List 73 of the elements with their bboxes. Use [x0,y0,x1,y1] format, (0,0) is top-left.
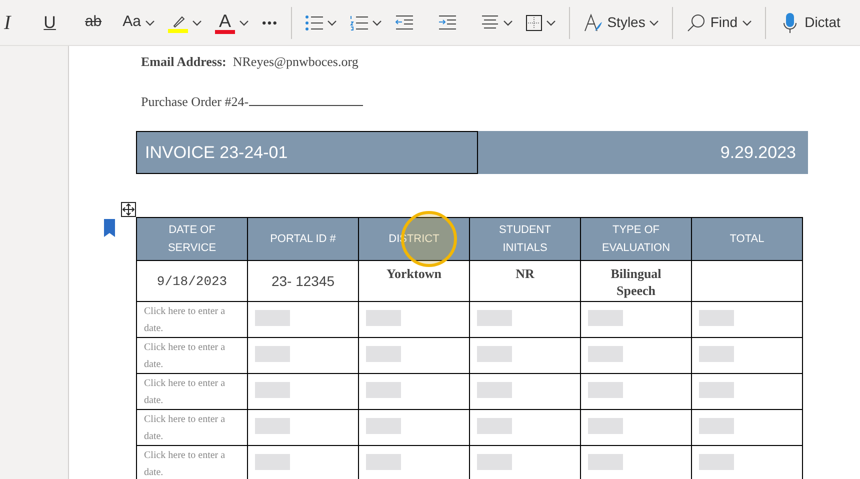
chevron-icon [742,20,752,26]
column-header: TYPE OF EVALUATION [580,218,692,260]
date-placeholder[interactable]: Click here to enter a date. [136,446,248,479]
more-button[interactable]: ••• [258,6,282,38]
content-control[interactable] [477,382,512,398]
table-cell: Yorktown [358,260,470,302]
table-cell: 23- 12345 [248,260,358,302]
column-header: TOTAL [692,218,802,260]
chevron-icon [239,20,249,26]
table-borders-icon [526,14,542,30]
chevron-icon [192,20,202,26]
content-control[interactable] [477,310,512,326]
styles-button[interactable]: Styles [579,6,664,38]
date-placeholder[interactable]: Click here to enter a date. [136,374,248,410]
content-control[interactable] [477,346,512,362]
italic-button[interactable]: I [0,6,15,38]
invoice-title: INVOICE 23-24-01 [145,142,288,164]
chevron-icon [327,20,338,26]
content-control[interactable] [699,346,734,362]
date-placeholder[interactable]: Click here to enter a date. [136,338,248,374]
dictate-button[interactable]: Dictat [778,6,844,38]
styles-icon [583,12,604,32]
microphone-icon [782,12,797,34]
content-control[interactable] [588,310,623,326]
bookmark-icon [104,219,115,237]
date-placeholder[interactable]: Click here to enter a date. [136,410,248,446]
content-control[interactable] [699,454,734,470]
table-cell: 9/18/2023 [136,260,248,302]
numbered-list-icon [350,14,368,30]
content-control[interactable] [588,454,623,470]
content-control[interactable] [255,454,290,470]
date-placeholder[interactable]: Click here to enter a date. [136,302,248,338]
move-handle-icon[interactable] [121,202,136,217]
chevron-icon [145,20,155,26]
font-color-button[interactable]: A [211,6,253,38]
content-control[interactable] [255,382,290,398]
invoice-date: 9.29.2023 [720,142,796,164]
strikethrough-button[interactable]: ab [80,6,106,38]
chevron-icon [546,20,556,26]
chevron-icon [503,20,514,26]
find-button[interactable]: Find [682,6,756,38]
content-control[interactable] [699,310,734,326]
underline-button[interactable]: U [40,6,60,38]
chevron-icon [372,20,382,26]
content-control[interactable] [366,346,401,362]
content-control[interactable] [366,454,401,470]
change-case-button[interactable]: Aa [118,6,159,38]
search-icon [686,12,706,32]
content-control[interactable] [477,454,512,470]
bulleted-list-icon [305,14,324,30]
content-control[interactable] [699,382,734,398]
content-control[interactable] [699,418,734,434]
increase-indent-icon [438,14,456,30]
content-control[interactable] [588,418,623,434]
chevron-icon [649,20,660,26]
table-cell: Bilingual Speech [580,260,692,302]
content-control[interactable] [255,418,290,434]
content-control[interactable] [366,382,401,398]
column-header: STUDENT INITIALS [470,218,580,260]
table-cell: NR [470,260,580,302]
content-control[interactable] [588,382,623,398]
purchase-order-line: Purchase Order #24- [141,92,860,111]
content-control[interactable] [588,346,623,362]
content-control[interactable] [255,310,290,326]
content-control[interactable] [366,310,401,326]
column-header: DATE OF SERVICE [136,218,248,260]
email-line: Email Address: NReyes@pnwboces.org [141,53,360,71]
content-control[interactable] [477,418,512,434]
content-control[interactable] [366,418,401,434]
decrease-indent-icon [395,14,414,30]
column-header: PORTAL ID # [248,218,358,260]
content-control[interactable] [255,346,290,362]
align-center-icon [481,14,500,30]
